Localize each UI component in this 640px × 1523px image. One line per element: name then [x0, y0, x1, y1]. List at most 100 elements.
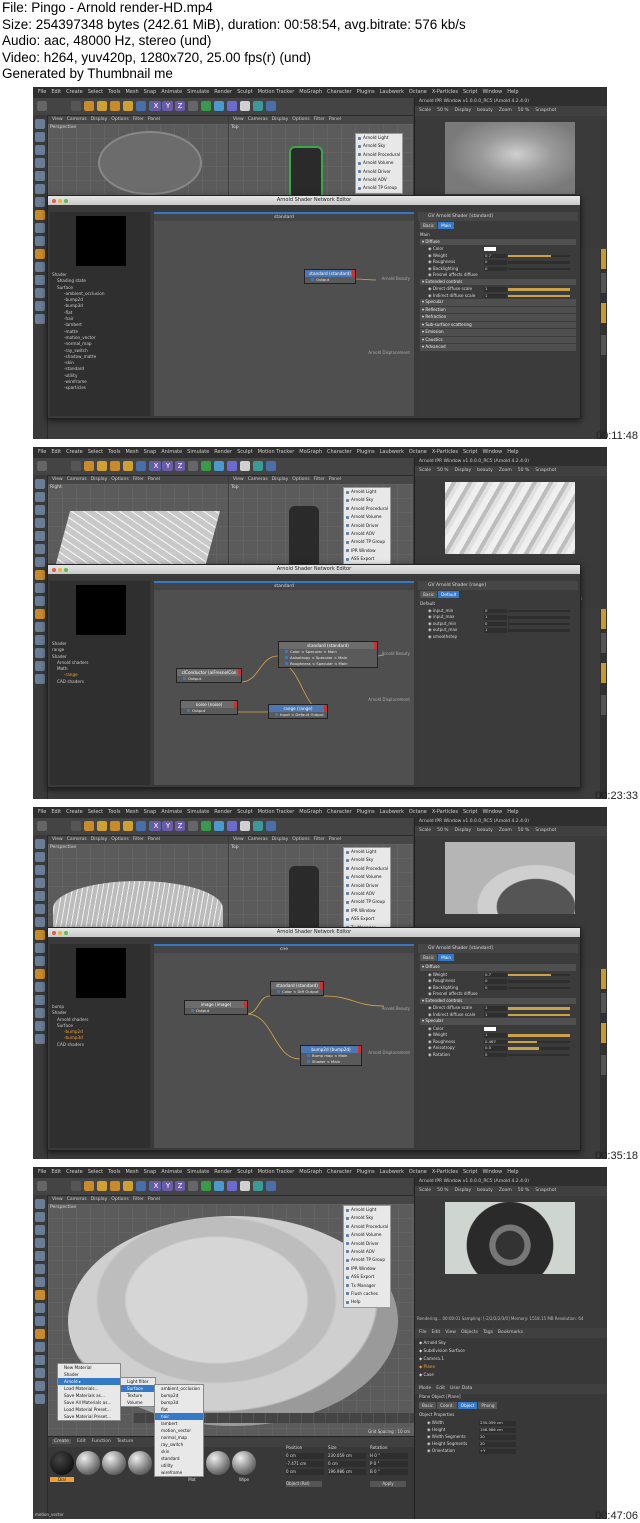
menu-item-tools[interactable]: Tools [108, 89, 120, 95]
context-menu-item[interactable]: Save All Materials as... [58, 1399, 120, 1406]
toolbar-button[interactable] [253, 461, 263, 471]
object-menu-item[interactable]: File [419, 1330, 427, 1335]
tool-icon[interactable] [35, 635, 45, 645]
attribute-group[interactable]: ▾ Specular [420, 299, 576, 306]
context-menu-item[interactable]: skin [155, 1448, 203, 1455]
menu-item-character[interactable]: Character [327, 449, 352, 455]
arnold-menu-item-arnold-procedural[interactable]: Arnold Procedural [356, 151, 402, 159]
viewport-menu-item[interactable]: Filter [133, 477, 144, 482]
node-output-port[interactable] [234, 701, 237, 708]
attribute-slider[interactable] [508, 1013, 570, 1016]
viewport-menu-item[interactable]: Filter [133, 1197, 144, 1202]
attribute-slider[interactable] [508, 629, 570, 632]
attribute-group[interactable]: ▾ Emission [420, 329, 576, 336]
toolbar-button[interactable] [188, 1181, 198, 1191]
menu-item-script[interactable]: Script [463, 809, 478, 815]
port-connector[interactable] [275, 713, 278, 716]
attribute-value-field[interactable]: 0 [484, 259, 507, 265]
menu-item-render[interactable]: Render [214, 1169, 232, 1175]
menu-item-sculpt[interactable]: Sculpt [237, 449, 253, 455]
toolbar-button[interactable] [253, 1181, 263, 1191]
material-swatch[interactable] [50, 1451, 74, 1475]
viewport-menu-item[interactable]: Options [292, 117, 309, 122]
menu-item-file[interactable]: File [38, 809, 46, 815]
attribute-value-field[interactable]: 1 [484, 286, 507, 292]
attribute-slider[interactable] [508, 616, 570, 619]
material-swatch[interactable] [232, 1451, 256, 1475]
menu-item-script[interactable]: Script [463, 449, 478, 455]
toolbar-button[interactable] [84, 461, 94, 471]
arnold-menu-item-arnold-aov[interactable]: Arnold AOV [344, 1248, 390, 1256]
menu-item-mesh[interactable]: Mesh [125, 1169, 138, 1175]
toolbar-button[interactable] [123, 1181, 133, 1191]
toolbar-button[interactable] [97, 1181, 107, 1191]
arnold-menu-item-ipr-window[interactable]: IPR Window [344, 547, 390, 555]
menu-item-simulate[interactable]: Simulate [187, 1169, 209, 1175]
menu-item-file[interactable]: File [38, 89, 46, 95]
toolbar-button[interactable] [201, 1181, 211, 1191]
window-button[interactable] [52, 567, 56, 572]
axis-x-button[interactable]: X [151, 821, 161, 831]
axis-y-button[interactable]: Y [163, 101, 173, 111]
menu-item-laubwerk[interactable]: Laubwerk [380, 1169, 404, 1175]
menu-item-render[interactable]: Render [214, 89, 232, 95]
viewport-menu-item[interactable]: View [52, 117, 63, 122]
axis-y-button[interactable]: Y [163, 821, 173, 831]
arnold-menu-item-arnold-procedural[interactable]: Arnold Procedural [344, 505, 390, 513]
tool-icon[interactable] [35, 956, 45, 966]
toolbar-button[interactable] [84, 101, 94, 111]
ipr-tool-item[interactable]: 50 % [437, 468, 448, 473]
menu-item-character[interactable]: Character [327, 1169, 352, 1175]
toolbar-button[interactable] [71, 821, 81, 831]
attribute-slider[interactable] [508, 609, 570, 612]
menu-item-window[interactable]: Window [482, 809, 502, 815]
viewport-menu-item[interactable]: View [52, 477, 63, 482]
tool-icon[interactable] [35, 223, 45, 233]
tool-icon[interactable] [35, 145, 45, 155]
menu-item-window[interactable]: Window [482, 89, 502, 95]
arnold-menu-item-flush-caches[interactable]: Flush caches [344, 1290, 390, 1298]
context-menu-item[interactable]: Texture [121, 1392, 155, 1399]
tool-icon[interactable] [35, 1277, 45, 1287]
attribute-tab-basic[interactable]: Basic [420, 222, 438, 229]
menu-item-octane[interactable]: Octane [409, 809, 427, 815]
toolbar-button[interactable] [188, 101, 198, 111]
viewport-menu-item[interactable]: View [233, 117, 244, 122]
attribute-value-field[interactable]: 0.5 [484, 1045, 507, 1051]
shader-node[interactable]: image (image) Output [184, 1000, 248, 1015]
attribute-value-field[interactable]: 0.7 [484, 972, 507, 977]
attribute-slider[interactable] [508, 261, 570, 264]
arnold-menu-item-arnold-driver[interactable]: Arnold Driver [344, 522, 390, 530]
toolbar-button[interactable] [84, 821, 94, 831]
object-property[interactable]: ◉ Height 196.986 cm [419, 1427, 607, 1434]
menu-item-character[interactable]: Character [327, 809, 352, 815]
arnold-menu-item-ass-export[interactable]: ASS Export [344, 1273, 390, 1281]
menu-item-create[interactable]: Create [66, 809, 83, 815]
tool-icon[interactable] [35, 622, 45, 632]
tool-icon[interactable] [35, 891, 45, 901]
menu-item-x-particles[interactable]: X-Particles [432, 449, 458, 455]
ipr-tool-item[interactable]: beauty [477, 108, 493, 113]
toolbar-button[interactable] [97, 101, 107, 111]
toolbar-button[interactable] [227, 821, 237, 831]
menu-item-mesh[interactable]: Mesh [125, 809, 138, 815]
menu-item-plugins[interactable]: Plugins [357, 1169, 375, 1175]
attribute-group[interactable]: ▾ Diffuse [420, 238, 576, 245]
viewport-menu-item[interactable]: Options [292, 837, 309, 842]
ipr-tool-item[interactable]: Zoom [499, 468, 512, 473]
viewport-menu-item[interactable]: Panel [148, 1197, 160, 1202]
toolbar-button[interactable] [110, 101, 120, 111]
node-output-port[interactable] [320, 982, 323, 989]
coord-field[interactable]: 0 cm [328, 1461, 366, 1467]
undo-icon[interactable] [37, 1181, 47, 1191]
ipr-tool-item[interactable]: 50 % [518, 468, 529, 473]
object-row[interactable]: ◆ Arnold Sky [419, 1340, 446, 1347]
context-menu-item[interactable]: Surface [121, 1385, 155, 1392]
viewport-menu-item[interactable]: Display [272, 117, 289, 122]
node-output-port[interactable] [324, 705, 327, 712]
viewport-menu-item[interactable]: Cameras [248, 477, 268, 482]
tool-icon[interactable] [35, 1225, 45, 1235]
color-swatch[interactable] [484, 247, 496, 252]
viewport-menu-item[interactable]: Cameras [67, 837, 87, 842]
coord-field[interactable]: H 0 ° [370, 1453, 408, 1459]
